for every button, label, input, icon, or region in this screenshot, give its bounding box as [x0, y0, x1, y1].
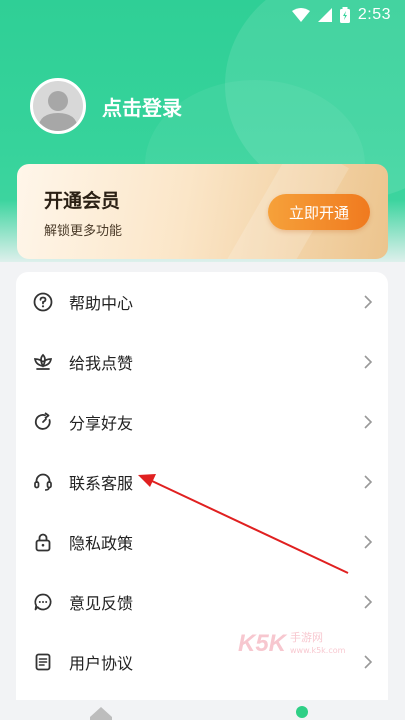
watermark-url: www.k5k.com: [290, 646, 346, 655]
menu-item-label: 用户协议: [69, 654, 134, 673]
status-time: 2:53: [357, 6, 391, 23]
menu-item-label: 分享好友: [69, 414, 134, 433]
signal-icon: [317, 8, 332, 22]
lotus-icon: [33, 352, 53, 372]
status-bar: 2:53: [0, 0, 405, 30]
chevron-right-icon: [362, 654, 374, 670]
chevron-right-icon: [362, 414, 374, 430]
help-circle-icon: [33, 292, 53, 312]
chevron-right-icon: [362, 534, 374, 550]
wifi-icon: [291, 8, 310, 22]
menu-item-label: 帮助中心: [69, 294, 134, 313]
watermark-logo: K5K: [238, 630, 287, 657]
bottom-navigation: [0, 700, 405, 720]
login-label[interactable]: 点击登录: [102, 92, 182, 121]
chevron-right-icon: [362, 474, 374, 490]
watermark: K5K 手游网 www.k5k.com: [238, 630, 345, 658]
watermark-text: 手游网: [290, 630, 324, 644]
activate-vip-button[interactable]: 立即开通: [268, 194, 370, 230]
vip-subtitle: 解锁更多功能: [44, 224, 123, 239]
user-silhouette-icon: [38, 91, 78, 131]
home-icon[interactable]: [90, 706, 112, 720]
menu-item-feedback[interactable]: 意见反馈: [16, 572, 388, 632]
battery-icon: [339, 7, 350, 23]
vip-title: 开通会员: [44, 190, 121, 212]
headset-icon: [33, 472, 53, 492]
chevron-right-icon: [362, 594, 374, 610]
nav-indicator-dot[interactable]: [296, 706, 308, 718]
chevron-right-icon: [362, 294, 374, 310]
avatar[interactable]: [30, 78, 86, 134]
menu-item-label: 给我点赞: [69, 354, 134, 373]
lock-icon: [33, 532, 53, 552]
vip-membership-card[interactable]: 开通会员 解锁更多功能 立即开通: [17, 164, 388, 259]
document-icon: [33, 652, 53, 672]
menu-item-like-us[interactable]: 给我点赞: [16, 332, 388, 392]
menu-item-label: 意见反馈: [69, 594, 134, 613]
menu-item-label: 隐私政策: [69, 534, 134, 553]
menu-item-privacy-policy[interactable]: 隐私政策: [16, 512, 388, 572]
chevron-right-icon: [362, 354, 374, 370]
menu-item-help-center[interactable]: 帮助中心: [16, 272, 388, 332]
share-refresh-icon: [33, 412, 53, 432]
profile-login-area[interactable]: 点击登录: [30, 78, 182, 134]
chat-bubble-icon: [33, 592, 53, 612]
menu-item-contact-support[interactable]: 联系客服: [16, 452, 388, 512]
menu-item-share-friends[interactable]: 分享好友: [16, 392, 388, 452]
menu-item-label: 联系客服: [69, 474, 134, 493]
